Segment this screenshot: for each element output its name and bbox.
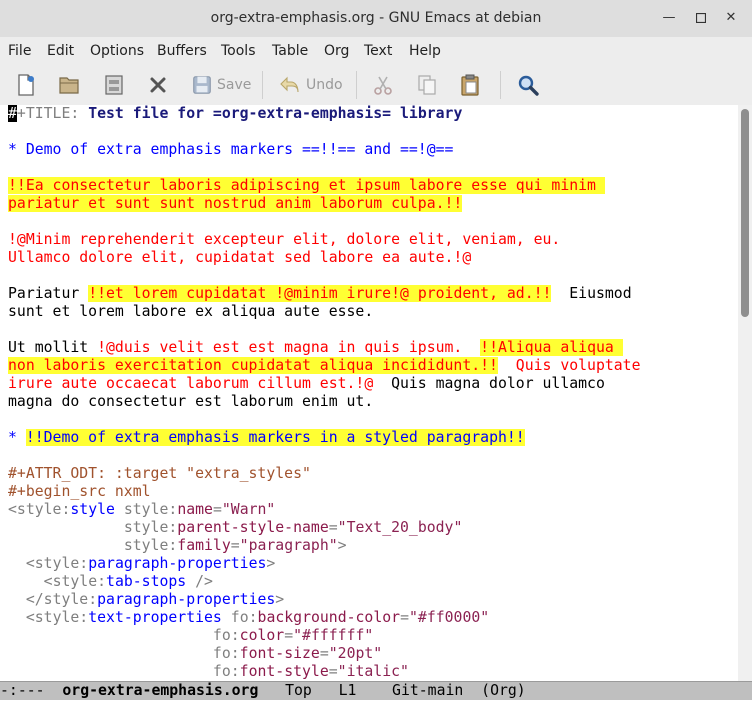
- code-line: <style:style style:name="Warn": [8, 501, 276, 518]
- window-title: org-extra-emphasis.org - GNU Emacs at de…: [210, 10, 542, 26]
- search-button[interactable]: [516, 69, 540, 101]
- copy-button[interactable]: [415, 69, 439, 101]
- copy-icon: [418, 75, 436, 95]
- code-line: <style:paragraph-properties>: [25, 555, 276, 572]
- close-icon[interactable]: ✕: [722, 9, 740, 27]
- save-label: Save: [217, 77, 252, 93]
- modeline-status: -:---: [0, 682, 45, 699]
- folder-icon: [59, 77, 79, 94]
- echo-area[interactable]: [0, 700, 752, 717]
- menu-file[interactable]: File: [8, 37, 31, 65]
- save-button[interactable]: Save: [191, 69, 251, 101]
- modeline-vc[interactable]: Git-main: [392, 682, 463, 699]
- attr-odt-line: #+ATTR_ODT: :target "extra_styles": [8, 465, 311, 482]
- modeline-line: L1: [338, 682, 357, 699]
- open-file-button[interactable]: [57, 69, 81, 101]
- toolbar: Save Undo: [0, 65, 752, 106]
- modeline-buffer-name[interactable]: org-extra-emphasis.org: [62, 682, 258, 699]
- maximize-icon[interactable]: [692, 9, 710, 27]
- new-file-button[interactable]: [14, 69, 38, 101]
- scrollbar-thumb[interactable]: [741, 109, 749, 317]
- undo-icon: [280, 76, 299, 93]
- code-line: </style:paragraph-properties>: [25, 591, 285, 608]
- search-icon: [518, 75, 539, 96]
- mode-line[interactable]: -:--- org-extra-emphasis.org Top L1 Git-…: [0, 681, 752, 700]
- paragraph-line: Pariatur !!et lorem cupidatat !@minim ir…: [8, 285, 632, 302]
- code-line: fo:font-style="italic": [212, 663, 409, 680]
- begin-src-line: #+begin_src nxml: [8, 483, 151, 500]
- org-heading[interactable]: * !!Demo of extra emphasis markers in a …: [8, 429, 525, 447]
- toolbar-separator: [356, 71, 357, 99]
- modeline-position: Top: [285, 682, 312, 699]
- menu-tools[interactable]: Tools: [221, 37, 256, 65]
- paragraph-line: !!Ea consectetur laboris adipiscing et i…: [8, 177, 605, 194]
- paragraph-line: pariatur et sunt sunt nostrud anim labor…: [8, 195, 463, 212]
- paragraph-line: sunt et lorem labore ex aliqua aute esse…: [8, 303, 374, 320]
- text-cursor: #: [8, 105, 17, 122]
- window-titlebar[interactable]: org-extra-emphasis.org - GNU Emacs at de…: [0, 0, 752, 38]
- org-heading[interactable]: * Demo of extra emphasis markers ==!!== …: [8, 141, 453, 159]
- code-line: style:family="paragraph">: [123, 537, 347, 554]
- code-line: fo:color="#ffffff": [212, 627, 374, 644]
- close-buffer-icon: [150, 77, 166, 93]
- drawer-icon: [105, 75, 123, 95]
- menubar: File Edit Options Buffers Tools Table Or…: [0, 37, 752, 65]
- kill-buffer-button[interactable]: [146, 69, 170, 101]
- title-keyword-line: #+TITLE: Test file for =org-extra-emphas…: [8, 105, 463, 122]
- paragraph-line: Ut mollit !@duis velit est est magna in …: [8, 339, 623, 356]
- undo-button[interactable]: Undo: [278, 69, 343, 101]
- modeline-mode[interactable]: (Org): [481, 682, 526, 699]
- code-line: fo:font-size="20pt": [212, 645, 383, 662]
- paragraph-line: Ullamco dolore elit, cupidatat sed labor…: [8, 249, 472, 266]
- editor-buffer[interactable]: #+TITLE: Test file for =org-extra-emphas…: [0, 105, 738, 681]
- menu-org[interactable]: Org: [324, 37, 349, 65]
- paragraph-line: irure aute occaecat laborum cillum est.!…: [8, 375, 605, 392]
- undo-label: Undo: [306, 77, 343, 93]
- clipboard-icon: [461, 74, 479, 96]
- paragraph-line: non laboris exercitation cupidatat aliqu…: [8, 357, 641, 374]
- new-file-icon: [18, 74, 34, 96]
- dired-button[interactable]: [102, 69, 126, 101]
- code-line: style:parent-style-name="Text_20_body": [123, 519, 463, 536]
- toolbar-separator: [500, 71, 501, 99]
- menu-buffers[interactable]: Buffers: [157, 37, 207, 65]
- minimize-icon[interactable]: —: [660, 9, 678, 27]
- menu-help[interactable]: Help: [409, 37, 441, 65]
- menu-table[interactable]: Table: [272, 37, 308, 65]
- menu-edit[interactable]: Edit: [47, 37, 74, 65]
- paragraph-line: magna do consectetur est laborum enim ut…: [8, 393, 374, 410]
- paragraph-line: !@Minim reprehenderit excepteur elit, do…: [8, 231, 561, 248]
- menu-text[interactable]: Text: [364, 37, 392, 65]
- toolbar-separator: [262, 71, 263, 99]
- code-line: <style:tab-stops />: [43, 573, 213, 590]
- paste-button[interactable]: [458, 69, 482, 101]
- code-line: <style:text-properties fo:background-col…: [25, 609, 490, 626]
- menu-options[interactable]: Options: [90, 37, 144, 65]
- save-icon: [193, 76, 211, 94]
- cut-button[interactable]: [371, 69, 395, 101]
- scissors-icon: [374, 76, 392, 95]
- vertical-scrollbar[interactable]: [738, 105, 752, 681]
